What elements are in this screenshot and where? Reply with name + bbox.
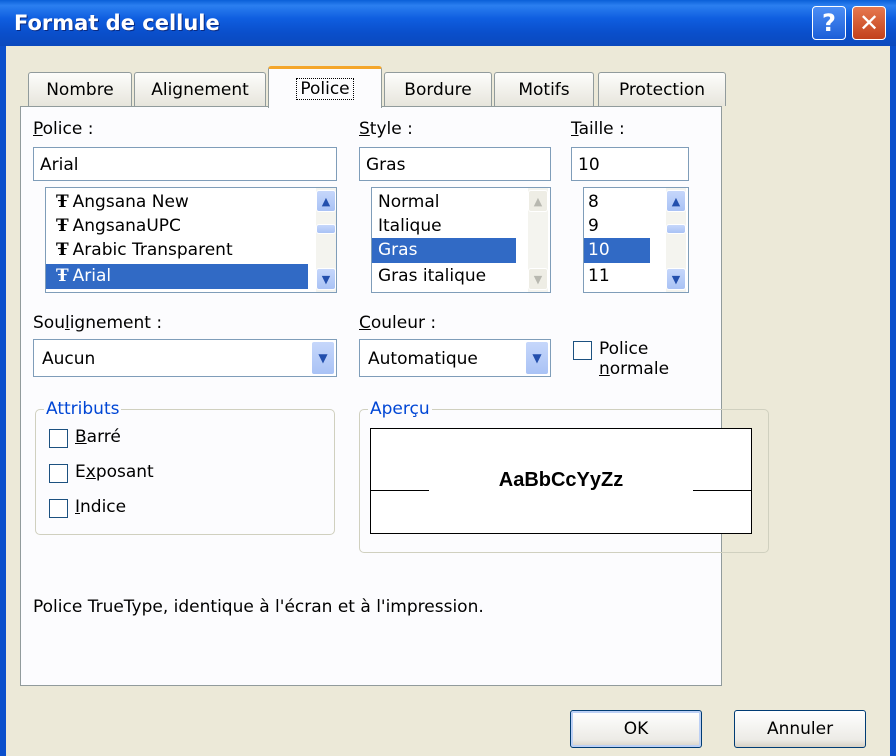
- couleur-select[interactable]: Automatique ▼: [359, 339, 551, 377]
- police-scrollbar[interactable]: ▲ ▼: [316, 188, 336, 292]
- scroll-down-icon[interactable]: ▼: [528, 268, 548, 290]
- preview-sample-text: AaBbCcYyZz: [498, 469, 624, 491]
- truetype-icon: Ŧ: [56, 192, 69, 212]
- truetype-icon: Ŧ: [56, 240, 69, 260]
- police-label: Police :: [33, 119, 94, 139]
- style-input[interactable]: Gras: [359, 147, 551, 181]
- list-item[interactable]: Normal: [372, 190, 522, 215]
- soulignement-select[interactable]: Aucun ▼: [33, 339, 337, 377]
- list-item[interactable]: 10: [584, 238, 650, 263]
- list-item[interactable]: 11: [584, 264, 662, 289]
- exposant-checkbox[interactable]: [49, 464, 68, 483]
- list-item[interactable]: 8: [584, 190, 662, 215]
- list-item[interactable]: Italique: [372, 214, 522, 239]
- taille-list[interactable]: 8 9 10 11 ▲ ▼: [583, 187, 689, 293]
- barre-label[interactable]: Barré: [75, 427, 121, 447]
- tab-protection[interactable]: Protection: [598, 72, 726, 106]
- taille-label: Taille :: [571, 119, 625, 139]
- tab-nombre[interactable]: Nombre: [28, 72, 132, 106]
- apercu-legend: Aperçu: [368, 399, 432, 419]
- barre-checkbox[interactable]: [49, 429, 68, 448]
- cancel-button[interactable]: Annuler: [734, 710, 866, 748]
- font-info-text: Police TrueType, identique à l'écran et …: [33, 597, 484, 617]
- exposant-label[interactable]: Exposant: [75, 462, 154, 482]
- tab-panel-police: Police : Arial Ŧ Angsana New Ŧ AngsanaUPC …: [20, 106, 769, 686]
- help-button[interactable]: ?: [812, 6, 846, 40]
- list-item[interactable]: Ŧ Arabic Transparent: [46, 238, 316, 263]
- window-title: Format de cellule: [14, 11, 220, 35]
- style-list[interactable]: Normal Italique Gras Gras italique ▲ ▼: [371, 187, 551, 293]
- title-bar[interactable]: Format de cellule ? ✕: [0, 0, 896, 46]
- list-item[interactable]: Gras: [372, 238, 516, 263]
- truetype-icon: Ŧ: [56, 216, 69, 236]
- window-frame-left: [0, 46, 6, 756]
- scroll-up-icon[interactable]: ▲: [316, 190, 336, 212]
- style-scrollbar[interactable]: ▲ ▼: [528, 188, 548, 292]
- police-normale-checkbox[interactable]: [573, 341, 592, 360]
- tab-alignement[interactable]: Alignement: [134, 72, 266, 106]
- tab-bordure[interactable]: Bordure: [384, 72, 492, 106]
- list-item[interactable]: Ŧ Arial: [46, 264, 308, 289]
- indice-label[interactable]: Indice: [75, 497, 126, 517]
- tab-police[interactable]: Police: [268, 66, 382, 108]
- soulignement-label: Soulignement :: [33, 313, 163, 333]
- chevron-down-icon[interactable]: ▼: [311, 341, 335, 375]
- scroll-down-icon[interactable]: ▼: [316, 268, 336, 290]
- scroll-down-icon[interactable]: ▼: [666, 268, 686, 290]
- police-list[interactable]: Ŧ Angsana New Ŧ AngsanaUPC Ŧ Arabic Transpa…: [45, 187, 337, 293]
- font-preview: AaBbCcYyZz: [370, 428, 752, 534]
- police-normale-label[interactable]: Police normale: [599, 339, 721, 379]
- close-icon: ✕: [858, 9, 880, 37]
- close-button[interactable]: ✕: [852, 6, 886, 40]
- list-item[interactable]: 9: [584, 214, 662, 239]
- list-item[interactable]: Ŧ Angsana New: [46, 190, 316, 215]
- window-frame-right: [890, 46, 896, 756]
- chevron-down-icon[interactable]: ▼: [525, 341, 549, 375]
- truetype-icon: Ŧ: [56, 266, 69, 286]
- help-icon: ?: [822, 9, 836, 37]
- scroll-up-icon[interactable]: ▲: [666, 190, 686, 212]
- attributs-legend: Attributs: [44, 399, 122, 419]
- taille-input[interactable]: 10: [571, 147, 689, 181]
- police-input[interactable]: Arial: [33, 147, 337, 181]
- list-item[interactable]: Gras italique: [372, 264, 522, 289]
- indice-checkbox[interactable]: [49, 499, 68, 518]
- style-label: Style :: [359, 119, 413, 139]
- ok-button[interactable]: OK: [570, 710, 702, 748]
- taille-scrollbar[interactable]: ▲ ▼: [666, 188, 686, 292]
- scroll-thumb[interactable]: [316, 224, 336, 234]
- scroll-thumb[interactable]: [666, 224, 686, 234]
- tab-police-label: Police: [296, 77, 354, 100]
- couleur-label: Couleur :: [359, 313, 437, 333]
- scroll-up-icon[interactable]: ▲: [528, 190, 548, 212]
- tab-motifs[interactable]: Motifs: [494, 72, 594, 106]
- list-item[interactable]: Ŧ AngsanaUPC: [46, 214, 316, 239]
